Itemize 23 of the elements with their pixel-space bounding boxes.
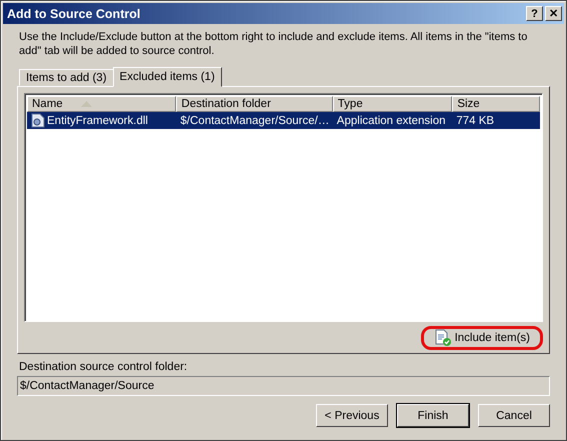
dialog-button[interactable]: Cancel: [478, 404, 550, 427]
file-icon: [31, 113, 45, 128]
table-row[interactable]: EntityFramework.dll $/ContactManager/Source/… Application extension 774 KB: [27, 112, 540, 129]
destination-field[interactable]: $/ContactManager/Source: [17, 376, 550, 396]
tab[interactable]: Items to add (3): [19, 69, 114, 86]
window-title: Add to Source Control: [7, 6, 140, 20]
table-cell: $/ContactManager/Source/…: [180, 114, 330, 126]
document-check-icon: [434, 329, 452, 347]
column-header[interactable]: Size: [452, 96, 540, 112]
table-cell: Application extension: [336, 114, 446, 126]
instructions-text: Use the Include/Exclude button at the bottom right to include and exclude items. All items in the "items to add" tab will be added to source control.: [19, 30, 528, 58]
column-header[interactable]: Destination folder: [176, 96, 333, 112]
close-button[interactable]: ✕: [545, 6, 562, 21]
column-header[interactable]: Type: [332, 96, 452, 112]
destination-label: Destination source control folder:: [19, 361, 188, 373]
tab[interactable]: Excluded items (1): [112, 67, 222, 87]
dialog-button[interactable]: < Previous: [316, 404, 388, 427]
dialog-button[interactable]: Finish: [397, 404, 469, 427]
column-header[interactable]: Name: [27, 96, 176, 112]
include-items-button[interactable]: Include item(s): [420, 326, 543, 350]
help-button[interactable]: ?: [526, 6, 543, 21]
table-cell: 774 KB: [456, 114, 494, 126]
table-cell: EntityFramework.dll: [47, 114, 148, 126]
